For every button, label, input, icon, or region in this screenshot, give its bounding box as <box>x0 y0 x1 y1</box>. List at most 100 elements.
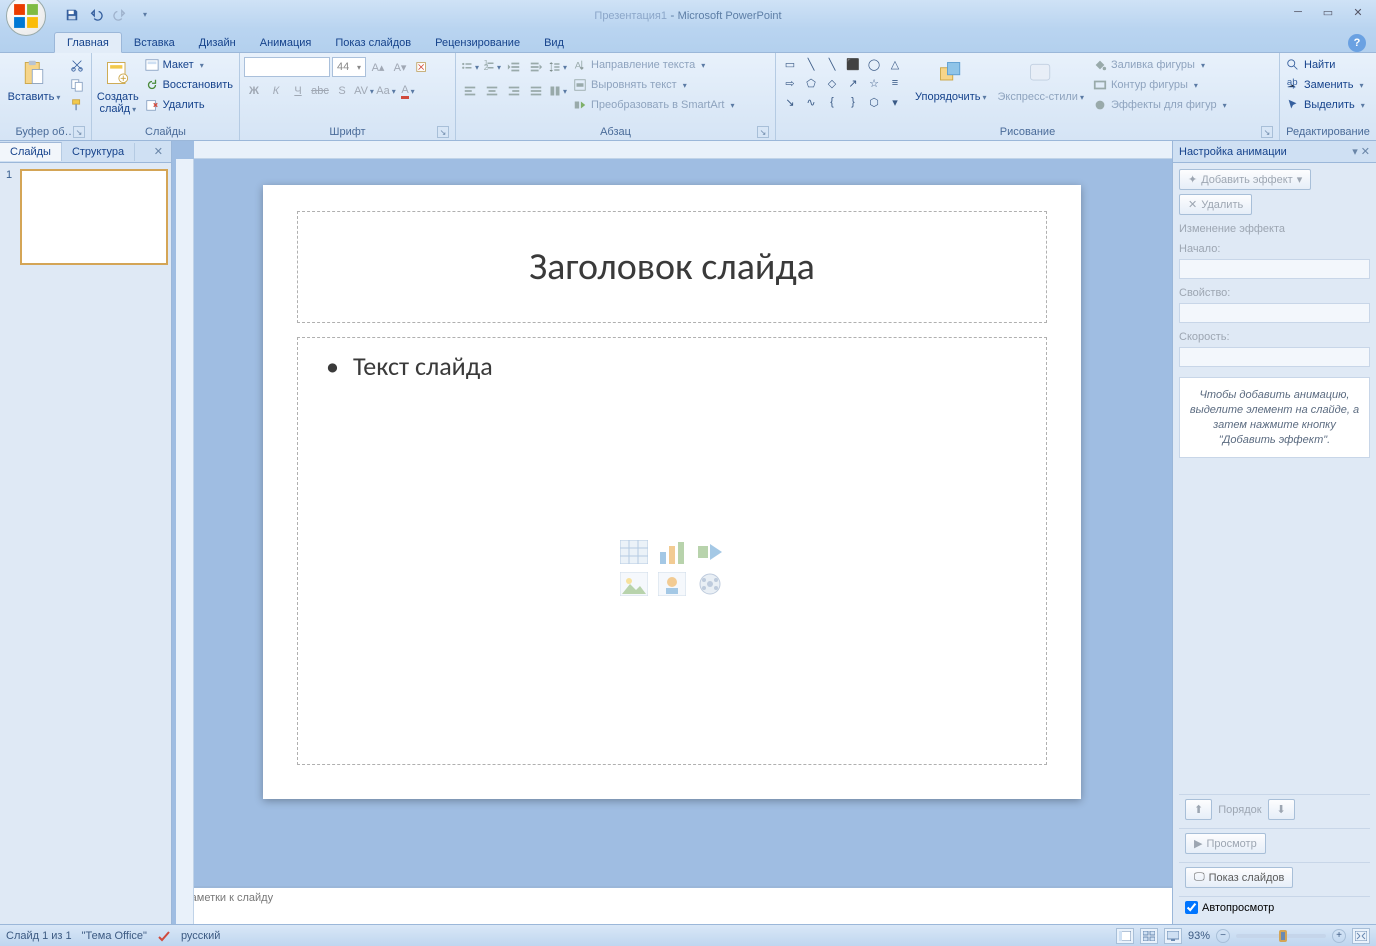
slide-thumbnail[interactable] <box>20 169 168 265</box>
insert-chart-icon[interactable] <box>656 539 688 565</box>
speed-select[interactable] <box>1179 347 1370 367</box>
shape-effects-button[interactable]: Эффекты для фигур <box>1091 95 1229 115</box>
quick-styles-button[interactable]: Экспресс-стили <box>993 55 1087 105</box>
line-spacing-icon[interactable] <box>548 57 568 77</box>
shrink-font-icon[interactable]: A▾ <box>390 57 410 77</box>
shapes-gallery[interactable]: ▭╲╲⬛◯△ ⇨⬠◇↗☆≡ ↘∿{}⬡▾ <box>780 55 908 111</box>
italic-icon[interactable]: К <box>266 81 286 101</box>
tab-insert[interactable]: Вставка <box>122 33 187 52</box>
format-painter-icon[interactable] <box>67 95 87 115</box>
underline-icon[interactable]: Ч <box>288 81 308 101</box>
insert-smartart-icon[interactable] <box>694 539 726 565</box>
reorder-down-button[interactable]: ⬇ <box>1268 799 1295 820</box>
minimize-button[interactable]: ─ <box>1286 4 1310 20</box>
tab-review[interactable]: Рецензирование <box>423 33 532 52</box>
replace-button[interactable]: abЗаменить <box>1284 75 1367 95</box>
qat-more-icon[interactable] <box>134 5 154 25</box>
redo-icon[interactable] <box>110 5 130 25</box>
layout-button[interactable]: Макет <box>143 55 235 75</box>
tab-design[interactable]: Дизайн <box>187 33 248 52</box>
align-left-icon[interactable] <box>460 81 480 101</box>
smartart-button[interactable]: Преобразовать в SmartArt <box>571 95 736 115</box>
language-indicator[interactable]: русский <box>181 930 220 942</box>
save-icon[interactable] <box>62 5 82 25</box>
maximize-button[interactable]: ▭ <box>1316 4 1340 20</box>
numbering-icon[interactable]: 12 <box>482 57 502 77</box>
fit-window-icon[interactable] <box>1352 928 1370 944</box>
reorder-up-button[interactable]: ⬆ <box>1185 799 1212 820</box>
tab-outline[interactable]: Структура <box>62 143 135 161</box>
help-icon[interactable]: ? <box>1348 34 1366 52</box>
bold-icon[interactable]: Ж <box>244 81 264 101</box>
spellcheck-icon[interactable] <box>157 929 171 943</box>
clipboard-launcher[interactable]: ↘ <box>73 126 85 138</box>
title-placeholder[interactable]: Заголовок слайда <box>297 211 1047 323</box>
zoom-out-button[interactable]: − <box>1216 929 1230 943</box>
indent-icon[interactable] <box>526 57 546 77</box>
autopreview-checkbox[interactable] <box>1185 901 1198 914</box>
zoom-in-button[interactable]: + <box>1332 929 1346 943</box>
strike-icon[interactable]: abc <box>310 81 330 101</box>
property-select[interactable] <box>1179 303 1370 323</box>
slide[interactable]: Заголовок слайда Текст слайда <box>263 185 1081 799</box>
shadow-icon[interactable]: S <box>332 81 352 101</box>
insert-clipart-icon[interactable] <box>656 571 688 597</box>
start-select[interactable] <box>1179 259 1370 279</box>
insert-media-icon[interactable] <box>694 571 726 597</box>
preview-button[interactable]: ▶ Просмотр <box>1185 833 1266 854</box>
font-launcher[interactable]: ↘ <box>437 126 449 138</box>
cut-icon[interactable] <box>67 55 87 75</box>
slideshow-button[interactable]: 🖵 Показ слайдов <box>1185 867 1293 888</box>
close-button[interactable]: ✕ <box>1346 4 1370 20</box>
font-name-combo[interactable] <box>244 57 330 77</box>
pane-menu-icon[interactable]: ▾ ✕ <box>1352 145 1370 158</box>
shape-outline-button[interactable]: Контур фигуры <box>1091 75 1229 95</box>
copy-icon[interactable] <box>67 75 87 95</box>
slideshow-view-icon[interactable] <box>1164 928 1182 944</box>
delete-button[interactable]: Удалить <box>143 95 235 115</box>
slide-canvas-wrap[interactable]: Заголовок слайда Текст слайда <box>172 159 1172 886</box>
tab-home[interactable]: Главная <box>54 32 122 53</box>
notes-pane[interactable]: Заметки к слайду <box>176 886 1172 924</box>
reset-button[interactable]: Восстановить <box>143 75 235 95</box>
remove-effect-button[interactable]: ✕ Удалить <box>1179 194 1252 215</box>
undo-icon[interactable] <box>86 5 106 25</box>
new-slide-button[interactable]: Создать слайд <box>96 55 140 117</box>
drawing-launcher[interactable]: ↘ <box>1261 126 1273 138</box>
zoom-slider[interactable] <box>1236 934 1326 938</box>
normal-view-icon[interactable] <box>1116 928 1134 944</box>
columns-icon[interactable] <box>548 81 568 101</box>
text-direction-button[interactable]: AНаправление текста <box>571 55 736 75</box>
align-center-icon[interactable] <box>482 81 502 101</box>
tab-view[interactable]: Вид <box>532 33 576 52</box>
outdent-icon[interactable] <box>504 57 524 77</box>
sorter-view-icon[interactable] <box>1140 928 1158 944</box>
tab-slideshow[interactable]: Показ слайдов <box>323 33 423 52</box>
char-spacing-icon[interactable]: AV <box>354 81 374 101</box>
add-effect-button[interactable]: ✦ Добавить эффект ▾ <box>1179 169 1311 190</box>
font-color-icon[interactable]: A <box>398 81 418 101</box>
arrange-button[interactable]: Упорядочить <box>911 55 990 105</box>
paragraph-launcher[interactable]: ↘ <box>757 126 769 138</box>
align-right-icon[interactable] <box>504 81 524 101</box>
content-placeholder-icons[interactable] <box>618 539 726 597</box>
insert-picture-icon[interactable] <box>618 571 650 597</box>
justify-icon[interactable] <box>526 81 546 101</box>
tab-animation[interactable]: Анимация <box>248 33 324 52</box>
body-placeholder[interactable]: Текст слайда <box>297 337 1047 765</box>
pane-close-icon[interactable]: ✕ <box>150 145 167 158</box>
change-case-icon[interactable]: Aa <box>376 81 396 101</box>
font-size-combo[interactable]: 44▾ <box>332 57 366 77</box>
bullets-icon[interactable] <box>460 57 480 77</box>
insert-table-icon[interactable] <box>618 539 650 565</box>
paste-button[interactable]: Вставить <box>4 55 64 105</box>
zoom-percent[interactable]: 93% <box>1188 930 1210 942</box>
grow-font-icon[interactable]: A▴ <box>368 57 388 77</box>
shape-fill-button[interactable]: Заливка фигуры <box>1091 55 1229 75</box>
select-button[interactable]: Выделить <box>1284 95 1367 115</box>
tab-slides-thumbs[interactable]: Слайды <box>0 142 62 161</box>
clear-format-icon[interactable] <box>412 57 432 77</box>
office-button[interactable] <box>6 0 46 36</box>
find-button[interactable]: Найти <box>1284 55 1367 75</box>
align-text-button[interactable]: Выровнять текст <box>571 75 736 95</box>
